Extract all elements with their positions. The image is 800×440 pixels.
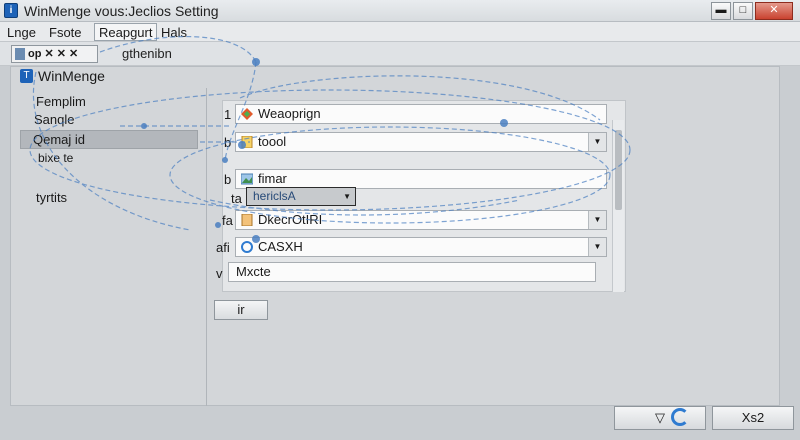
toolbar-label: gthenibn <box>122 46 172 61</box>
maximize-button[interactable]: □ <box>733 2 753 20</box>
app-icon: i <box>4 3 18 18</box>
row-key: afi <box>216 240 230 255</box>
dropdown-field[interactable]: CASXH ▼ <box>235 237 607 257</box>
menu-bar: Lnge Fsote Reapgurt Hals <box>0 22 800 42</box>
chevron-down-icon[interactable]: ▼ <box>588 211 606 229</box>
row-key: b <box>224 172 232 187</box>
close-button[interactable]: ✕ <box>755 2 793 20</box>
sidebar-item-bixe-te[interactable]: bixe te <box>38 151 73 165</box>
title-bar: i WinMenge vous:Jeclios Setting ▬ □ ✕ <box>0 0 800 22</box>
tree-header-label: WinMenge <box>38 68 105 84</box>
row-key: b <box>224 135 232 150</box>
filter-icon: ▽ <box>655 410 665 425</box>
minimize-button[interactable]: ▬ <box>711 2 731 20</box>
toolbar-button-group[interactable]: op ✕ ✕ ✕ <box>11 45 98 63</box>
sidebar-item-sanqle[interactable]: Sanqle <box>34 112 74 127</box>
chevron-down-icon[interactable]: ▼ <box>588 238 606 256</box>
chevron-down-icon[interactable]: ▼ <box>343 188 351 205</box>
sidebar-item-femplim[interactable]: Femplim <box>36 94 86 109</box>
field-value: toool <box>258 134 287 149</box>
diamond-icon <box>241 108 253 120</box>
pane-divider <box>206 88 207 406</box>
image-icon <box>241 173 253 185</box>
toolbar: op ✕ ✕ ✕ gthenibn <box>0 42 800 66</box>
field-value: CASXH <box>258 239 303 254</box>
window-title: WinMenge vous:Jeclios Setting <box>24 3 219 19</box>
apply-button[interactable]: ir <box>214 300 268 320</box>
cancel-button[interactable]: Xs2 <box>712 406 794 430</box>
text-field[interactable]: Weaoprign <box>235 104 607 124</box>
dropdown-field[interactable]: DkecrOtIRI ▼ <box>235 210 607 230</box>
menu-item-lnge[interactable]: Lnge <box>2 23 41 41</box>
field-value: Weaoprign <box>258 106 321 121</box>
combo-popup-value: hericlsA <box>253 189 296 203</box>
row-key: ta <box>231 191 242 206</box>
document-icon <box>241 136 253 148</box>
menu-item-reapgurt[interactable]: Reapgurt <box>94 23 158 41</box>
row-key: fa <box>222 213 233 228</box>
scrollbar-thumb[interactable] <box>615 130 622 210</box>
document-icon <box>241 214 253 226</box>
row-key: 1 <box>224 107 232 122</box>
loading-spinner-icon <box>671 408 689 426</box>
row-key: v <box>216 266 223 281</box>
field-value: Mxcte <box>236 264 271 279</box>
menu-item-fsote[interactable]: Fsote <box>44 23 87 41</box>
dropdown-field[interactable]: toool ▼ <box>235 132 607 152</box>
text-field[interactable]: Mxcte <box>228 262 596 282</box>
field-value: DkecrOtIRI <box>258 212 323 227</box>
field-value: fimar <box>258 171 287 186</box>
ok-button[interactable]: ▽ <box>614 406 706 430</box>
tree-header-icon: T <box>20 69 33 83</box>
vertical-scrollbar[interactable] <box>612 120 624 292</box>
combo-popup[interactable]: hericlsA ▼ <box>246 187 356 206</box>
toolbar-icon <box>15 48 25 60</box>
sidebar-item-tyrtits[interactable]: tyrtits <box>36 190 67 205</box>
sidebar-item-qemaj-id[interactable]: Qemaj id <box>20 130 198 149</box>
chevron-down-icon[interactable]: ▼ <box>588 133 606 151</box>
text-field[interactable]: fimar <box>235 169 607 189</box>
toolbar-group-text: op ✕ ✕ ✕ <box>28 48 79 60</box>
menu-item-hals[interactable]: Hals <box>156 23 192 41</box>
circle-icon <box>241 241 253 253</box>
